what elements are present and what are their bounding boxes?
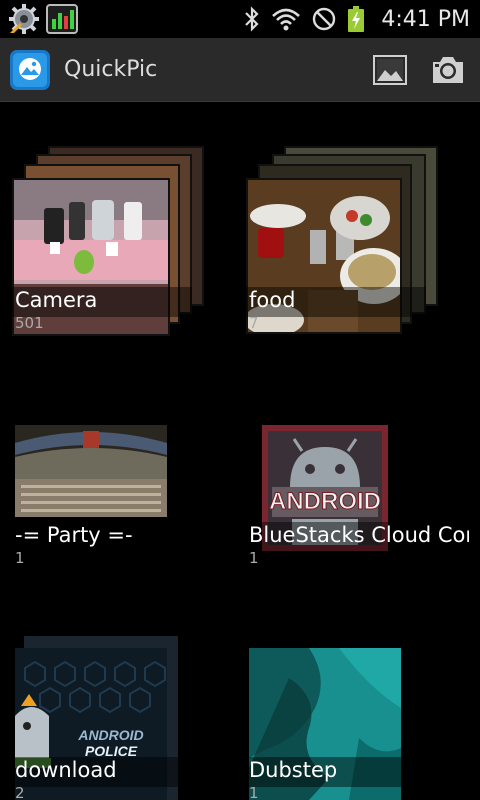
album-name: download <box>15 758 117 782</box>
do-not-disturb-icon <box>313 7 336 31</box>
camera-icon[interactable] <box>430 52 466 88</box>
bluetooth-icon <box>245 6 259 32</box>
activity-monitor-icon <box>46 4 78 34</box>
album-download[interactable]: ANDROID POLICE download 2 <box>0 612 230 800</box>
album-party[interactable]: -= Party =- 1 <box>0 377 230 597</box>
album-grid: Camera 501 food 7 -= Party =- 1 ANDROID … <box>0 102 480 800</box>
wifi-icon <box>272 8 301 31</box>
album-name: BlueStacks Cloud Con <box>249 523 469 547</box>
status-clock: 4:41 PM <box>381 6 470 32</box>
android-police-line1: ANDROID <box>77 727 143 743</box>
album-count: 1 <box>15 549 25 567</box>
album-food[interactable]: food 7 <box>234 142 464 362</box>
party-album-photo <box>15 425 167 517</box>
album-count: 501 <box>15 314 44 332</box>
settings-gear-icon <box>9 4 39 34</box>
album-count: 7 <box>249 314 259 332</box>
album-name: food <box>249 288 296 312</box>
action-bar: QuickPic <box>0 38 480 102</box>
gallery-icon[interactable] <box>372 52 408 88</box>
album-count: 2 <box>15 784 25 800</box>
album-name: Camera <box>15 288 98 312</box>
app-title: QuickPic <box>64 57 158 82</box>
android-sign-text: ANDROID <box>269 488 381 515</box>
album-count: 1 <box>249 549 259 567</box>
status-bar: 4:41 PM <box>0 0 480 38</box>
album-count: 1 <box>249 784 259 800</box>
album-bluestacks[interactable]: ANDROID BlueStacks Cloud Con 1 <box>234 377 469 597</box>
album-name: -= Party =- <box>15 523 133 547</box>
album-name: Dubstep <box>249 758 338 782</box>
album-camera[interactable]: Camera 501 <box>0 142 230 362</box>
battery-charging-icon <box>348 6 365 32</box>
album-thumbnail <box>15 425 167 517</box>
quickpic-logo-icon[interactable] <box>10 50 50 90</box>
album-dubstep[interactable]: Dubstep 1 <box>234 612 464 800</box>
